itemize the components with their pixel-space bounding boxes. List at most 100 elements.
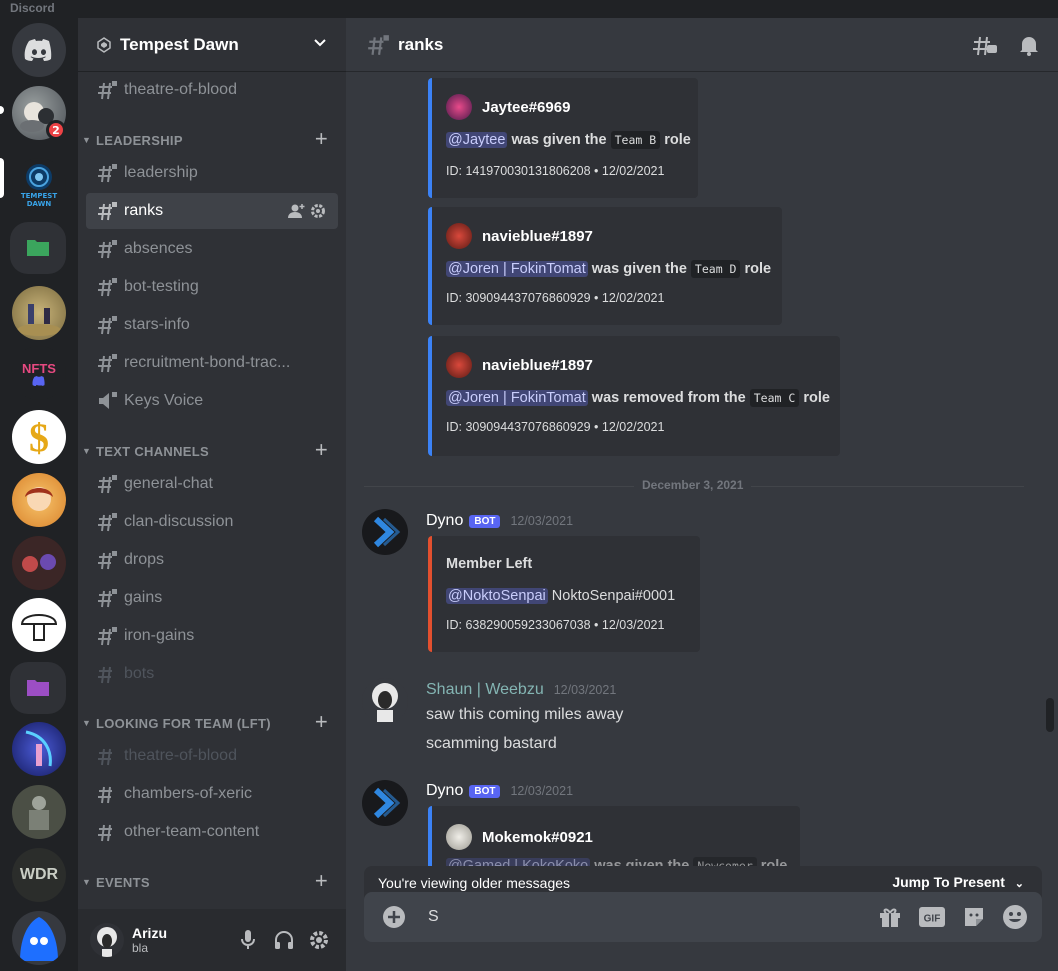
hash-icon [98, 666, 112, 684]
microphone-icon[interactable] [240, 929, 256, 951]
message-input[interactable]: S [428, 908, 439, 926]
channel-lft-theatre-of-blood[interactable]: theatre-of-blood [86, 738, 338, 774]
avatar[interactable] [362, 509, 408, 555]
channel-bot-testing[interactable]: bot-testing [86, 269, 338, 305]
create-channel-button[interactable]: + [315, 128, 328, 150]
avatar[interactable] [362, 780, 408, 826]
invite-user-icon[interactable] [288, 203, 306, 219]
username: Arizu [132, 925, 167, 941]
channel-name: theatre-of-blood [124, 81, 237, 98]
message-author[interactable]: Dyno BOT 12/03/2021 [426, 782, 573, 800]
category-name: EVENTS [96, 874, 150, 890]
embed-footer: ID: 309094437076860929 • 12/02/2021 [446, 291, 665, 305]
server-avatar-desert[interactable] [12, 286, 66, 340]
channel-keys-voice[interactable]: Keys Voice [86, 383, 338, 419]
user-mention[interactable]: @Jaytee [446, 132, 508, 148]
embed-author-name: Jaytee#6969 [482, 98, 571, 116]
channel-chambers-of-xeric[interactable]: chambers-of-xeric [86, 776, 338, 812]
server-dollar[interactable]: $ [12, 410, 66, 464]
server-rail: 2 TEMPEST DAWN NFTS $ WDR [0, 18, 78, 971]
message-composer[interactable]: S GIF [364, 892, 1042, 942]
user-panel: Arizu bla [78, 909, 346, 971]
server-armour[interactable] [12, 785, 66, 839]
create-channel-button[interactable]: + [315, 711, 328, 733]
message-timestamp: 12/03/2021 [553, 683, 617, 697]
category-text-channels[interactable]: ▼ TEXT CHANNELS + [82, 439, 342, 462]
hash-lock-icon [98, 551, 117, 570]
folder-icon [27, 680, 49, 696]
channel-drops[interactable]: drops [86, 542, 338, 578]
headphones-icon[interactable] [273, 929, 295, 951]
gear-icon[interactable] [310, 203, 326, 219]
embed-author-name: navieblue#1897 [482, 227, 593, 245]
server-folder-green[interactable] [10, 222, 66, 274]
category-leadership[interactable]: ▼ LEADERSHIP + [82, 128, 342, 151]
channel-ranks[interactable]: ranks [86, 193, 338, 229]
channel-theatre-of-blood[interactable]: theatre-of-blood [86, 72, 338, 108]
server-blue-archer[interactable] [12, 722, 66, 776]
server-wdr[interactable]: WDR [12, 848, 66, 902]
server-nfts[interactable]: NFTS [12, 346, 66, 400]
channel-leadership[interactable]: leadership [86, 155, 338, 191]
channel-gains[interactable]: gains [86, 580, 338, 616]
gif-icon[interactable]: GIF [918, 906, 946, 928]
server-fire-girl[interactable] [12, 473, 66, 527]
log-embed: navieblue#1897 @Joren | FokinTomat was r… [428, 336, 840, 456]
avatar[interactable] [362, 678, 408, 724]
emoji-icon[interactable] [1002, 904, 1028, 930]
member-left-embed: Member Left @NoktoSenpai NoktoSenpai#000… [428, 536, 700, 652]
channel-other-team-content[interactable]: other-team-content [86, 814, 338, 850]
create-channel-button[interactable]: + [315, 870, 328, 892]
chevron-down-icon: ▼ [82, 446, 92, 456]
channel-clan-discussion[interactable]: clan-discussion [86, 504, 338, 540]
chevron-down-icon[interactable] [312, 34, 328, 50]
category-events[interactable]: ▼ EVENTS + [82, 870, 342, 893]
server-mushroom[interactable] [12, 598, 66, 652]
hash-lock-icon [98, 278, 117, 297]
jump-to-present-button[interactable]: Jump To Present ⌄ [892, 874, 1024, 890]
threads-icon[interactable] [972, 33, 998, 57]
avatar [446, 352, 472, 378]
hash-lock-icon [98, 513, 117, 532]
server-tempest-dawn[interactable]: TEMPEST DAWN [12, 158, 66, 212]
message-author[interactable]: Shaun | Weebzu 12/03/2021 [426, 681, 616, 699]
chevron-down-icon: ⌄ [1014, 878, 1024, 890]
notification-bell-icon[interactable] [1018, 34, 1040, 56]
characters-avatar-icon [17, 304, 61, 336]
embed-author: navieblue#1897 [446, 223, 593, 249]
bot-badge: BOT [469, 514, 501, 528]
settings-gear-icon[interactable] [308, 929, 330, 951]
channel-recruitment-bond-tracker[interactable]: recruitment-bond-trac... [86, 345, 338, 381]
channel-absences[interactable]: absences [86, 231, 338, 267]
gift-icon[interactable] [878, 905, 902, 929]
category-looking-for-team[interactable]: ▼ LOOKING FOR TEAM (LFT) + [82, 711, 342, 734]
message-author[interactable]: Dyno BOT 12/03/2021 [426, 512, 573, 530]
channel-stars-info[interactable]: stars-info [86, 307, 338, 343]
embed-title: Member Left [446, 556, 533, 572]
home-button[interactable] [12, 23, 66, 77]
server-best-friend[interactable] [12, 536, 66, 590]
channel-iron-gains[interactable]: iron-gains [86, 618, 338, 654]
user-mention[interactable]: @Joren | FokinTomat [446, 390, 588, 406]
discord-window: Discord 2 TEMPEST DAWN NFTS $ WDR Tempes… [0, 0, 1058, 971]
server-header[interactable]: Tempest Dawn [78, 18, 346, 72]
embed-footer: ID: 309094437076860929 • 12/02/2021 [446, 420, 665, 434]
channel-bots[interactable]: bots [86, 656, 338, 692]
embed-text: NoktoSenpai#0001 [551, 588, 676, 604]
user-mention[interactable]: @Gamed | KokoKoko [446, 858, 591, 866]
user-mention[interactable]: @Joren | FokinTomat [446, 261, 588, 277]
channel-general-chat[interactable]: general-chat [86, 466, 338, 502]
server-blue-monster[interactable] [12, 911, 66, 965]
sticker-icon[interactable] [962, 905, 986, 929]
tempest-logo-text: TEMPEST DAWN [20, 192, 58, 208]
unread-pill [0, 106, 4, 114]
scrollbar[interactable] [1046, 698, 1054, 732]
wdr-logo-text: WDR [19, 866, 59, 883]
create-channel-button[interactable]: + [315, 439, 328, 461]
user-mention[interactable]: @NoktoSenpai [446, 588, 548, 604]
add-attachment-icon[interactable] [382, 905, 406, 929]
bot-badge: BOT [469, 784, 501, 798]
server-folder-purple[interactable] [10, 662, 66, 714]
embed-text: role [760, 858, 788, 866]
avatar[interactable] [90, 923, 124, 957]
